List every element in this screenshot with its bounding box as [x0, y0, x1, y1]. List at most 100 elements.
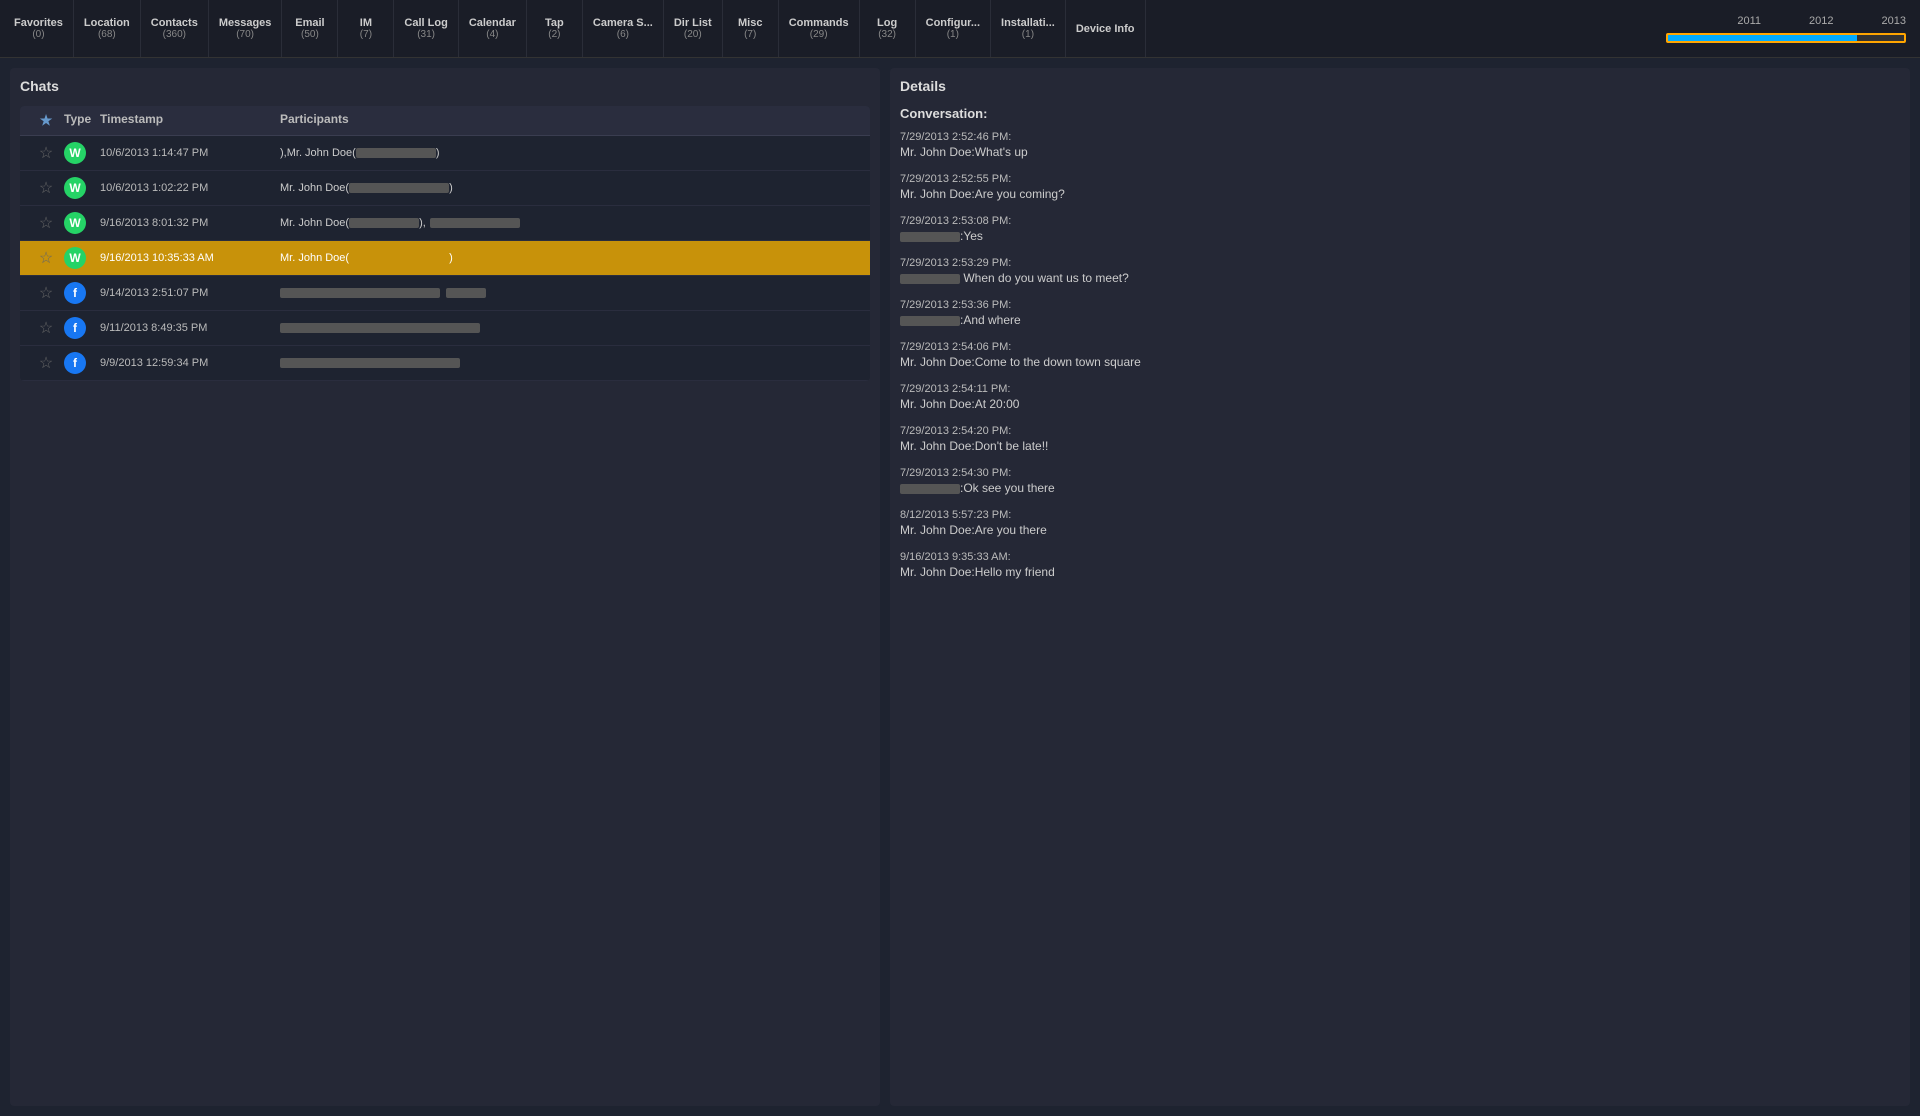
nav-item-install[interactable]: Installati... (1) — [991, 0, 1066, 57]
conversation-entry: 8/12/2013 5:57:23 PM: Mr. John Doe:Are y… — [900, 509, 1900, 537]
blurred-sender — [900, 232, 960, 242]
nav-item-calllog[interactable]: Call Log (31) — [394, 0, 458, 57]
nav-item-email[interactable]: Email (50) — [282, 0, 338, 57]
conv-sender: Mr. John Doe — [900, 439, 971, 453]
table-row[interactable]: ☆ W 10/6/2013 1:14:47 PM ),Mr. John Doe(… — [20, 136, 870, 171]
star-cell[interactable]: ☆ — [28, 143, 64, 163]
participants-cell — [280, 287, 862, 299]
nav-item-commands[interactable]: Commands (29) — [779, 0, 860, 57]
table-row[interactable]: ☆ f 9/9/2013 12:59:34 PM — [20, 346, 870, 381]
year-bar: 2011 2012 2013 — [1656, 0, 1916, 57]
facebook-icon: f — [64, 352, 86, 374]
nav-item-deviceinfo[interactable]: Device Info — [1066, 0, 1146, 57]
blurred-participant — [280, 323, 480, 333]
blurred-participant — [349, 218, 419, 228]
star-icon: ☆ — [39, 145, 53, 162]
star-cell[interactable]: ☆ — [28, 248, 64, 268]
year-labels: 2011 2012 2013 — [1666, 15, 1906, 27]
conversation-entry: 7/29/2013 2:53:36 PM: :And where — [900, 299, 1900, 327]
facebook-icon: f — [64, 282, 86, 304]
blurred-participant2 — [430, 218, 520, 228]
blurred-sender — [900, 316, 960, 326]
star-cell[interactable]: ☆ — [28, 283, 64, 303]
nav-item-location[interactable]: Location (68) — [74, 0, 141, 57]
chats-title: Chats — [20, 78, 870, 94]
star-cell[interactable]: ☆ — [28, 213, 64, 233]
conv-timestamp: 7/29/2013 2:52:46 PM: — [900, 131, 1900, 143]
table-row[interactable]: ☆ f 9/11/2013 8:49:35 PM — [20, 311, 870, 346]
nav-item-calendar[interactable]: Calendar (4) — [459, 0, 527, 57]
timestamp-cell: 9/16/2013 8:01:32 PM — [100, 217, 280, 229]
blurred-participant — [349, 253, 449, 263]
blurred-participant — [349, 183, 449, 193]
conversation-entry: 7/29/2013 2:53:08 PM: :Yes — [900, 215, 1900, 243]
conv-sender: Mr. John Doe — [900, 145, 971, 159]
chat-table: ★ Type Timestamp Participants ☆ W 10/6/2… — [20, 106, 870, 381]
conversation-entry: 7/29/2013 2:52:46 PM: Mr. John Doe:What'… — [900, 131, 1900, 159]
nav-item-favorites[interactable]: Favorites (0) — [4, 0, 74, 57]
timestamp-cell: 9/11/2013 8:49:35 PM — [100, 322, 280, 334]
conv-timestamp: 7/29/2013 2:52:55 PM: — [900, 173, 1900, 185]
conversation-label: Conversation: — [900, 106, 1900, 121]
facebook-icon: f — [64, 317, 86, 339]
type-cell: W — [64, 142, 100, 164]
nav-item-log[interactable]: Log (32) — [860, 0, 916, 57]
star-cell[interactable]: ☆ — [28, 178, 64, 198]
conversation-entry: 9/16/2013 9:35:33 AM: Mr. John Doe:Hello… — [900, 551, 1900, 579]
nav-item-cameras[interactable]: Camera S... (6) — [583, 0, 664, 57]
year-progress-bar — [1666, 33, 1906, 43]
conv-message: Mr. John Doe:At 20:00 — [900, 397, 1900, 411]
timestamp-cell: 9/16/2013 10:35:33 AM — [100, 252, 280, 264]
nav-item-contacts[interactable]: Contacts (360) — [141, 0, 209, 57]
top-navigation: Favorites (0) Location (68) Contacts (36… — [0, 0, 1920, 58]
blurred-participant — [356, 148, 436, 158]
conversation-entry: 7/29/2013 2:54:20 PM: Mr. John Doe:Don't… — [900, 425, 1900, 453]
chats-panel: Chats ★ Type Timestamp Participants ☆ W … — [10, 68, 880, 1106]
star-cell[interactable]: ☆ — [28, 353, 64, 373]
participants-cell: Mr. John Doe() — [280, 252, 862, 264]
whatsapp-icon: W — [64, 212, 86, 234]
participants-cell — [280, 357, 862, 369]
th-star: ★ — [28, 112, 64, 129]
nav-item-messages[interactable]: Messages (70) — [209, 0, 283, 57]
timestamp-cell: 9/9/2013 12:59:34 PM — [100, 357, 280, 369]
details-panel: Details Conversation: 7/29/2013 2:52:46 … — [890, 68, 1910, 1106]
table-row-selected[interactable]: ☆ W 9/16/2013 10:35:33 AM Mr. John Doe() — [20, 241, 870, 276]
table-row[interactable]: ☆ W 10/6/2013 1:02:22 PM Mr. John Doe() — [20, 171, 870, 206]
participants-cell: Mr. John Doe(), — [280, 217, 862, 229]
blurred-sender — [900, 484, 960, 494]
blurred-sender — [900, 274, 960, 284]
conv-timestamp: 9/16/2013 9:35:33 AM: — [900, 551, 1900, 563]
conv-sender: Mr. John Doe — [900, 355, 971, 369]
conv-message: Mr. John Doe:Are you coming? — [900, 187, 1900, 201]
conv-sender: Mr. John Doe — [900, 397, 971, 411]
table-row[interactable]: ☆ W 9/16/2013 8:01:32 PM Mr. John Doe(), — [20, 206, 870, 241]
nav-items-container: Favorites (0) Location (68) Contacts (36… — [4, 0, 1656, 57]
conversation-entry: 7/29/2013 2:53:29 PM: When do you want u… — [900, 257, 1900, 285]
participants-cell: ),Mr. John Doe() — [280, 147, 862, 159]
conv-timestamp: 8/12/2013 5:57:23 PM: — [900, 509, 1900, 521]
th-participants: Participants — [280, 112, 862, 129]
nav-item-dirlist[interactable]: Dir List (20) — [664, 0, 723, 57]
th-timestamp: Timestamp — [100, 112, 280, 129]
nav-item-im[interactable]: IM (7) — [338, 0, 394, 57]
conv-message: Mr. John Doe:Don't be late!! — [900, 439, 1900, 453]
timestamp-cell: 10/6/2013 1:14:47 PM — [100, 147, 280, 159]
nav-item-misc[interactable]: Misc (7) — [723, 0, 779, 57]
conv-message: Mr. John Doe:Hello my friend — [900, 565, 1900, 579]
conv-timestamp: 7/29/2013 2:53:29 PM: — [900, 257, 1900, 269]
whatsapp-icon: W — [64, 142, 86, 164]
star-cell[interactable]: ☆ — [28, 318, 64, 338]
details-title: Details — [900, 78, 1900, 94]
nav-item-config[interactable]: Configur... (1) — [916, 0, 991, 57]
blurred-participant — [280, 288, 440, 298]
conversation-entry: 7/29/2013 2:54:11 PM: Mr. John Doe:At 20… — [900, 383, 1900, 411]
year-progress-fill — [1668, 35, 1857, 41]
table-row[interactable]: ☆ f 9/14/2013 2:51:07 PM — [20, 276, 870, 311]
timestamp-cell: 10/6/2013 1:02:22 PM — [100, 182, 280, 194]
nav-item-tap[interactable]: Tap (2) — [527, 0, 583, 57]
type-cell: W — [64, 177, 100, 199]
participants-cell — [280, 322, 862, 334]
table-header: ★ Type Timestamp Participants — [20, 106, 870, 136]
conv-message: Mr. John Doe:Are you there — [900, 523, 1900, 537]
